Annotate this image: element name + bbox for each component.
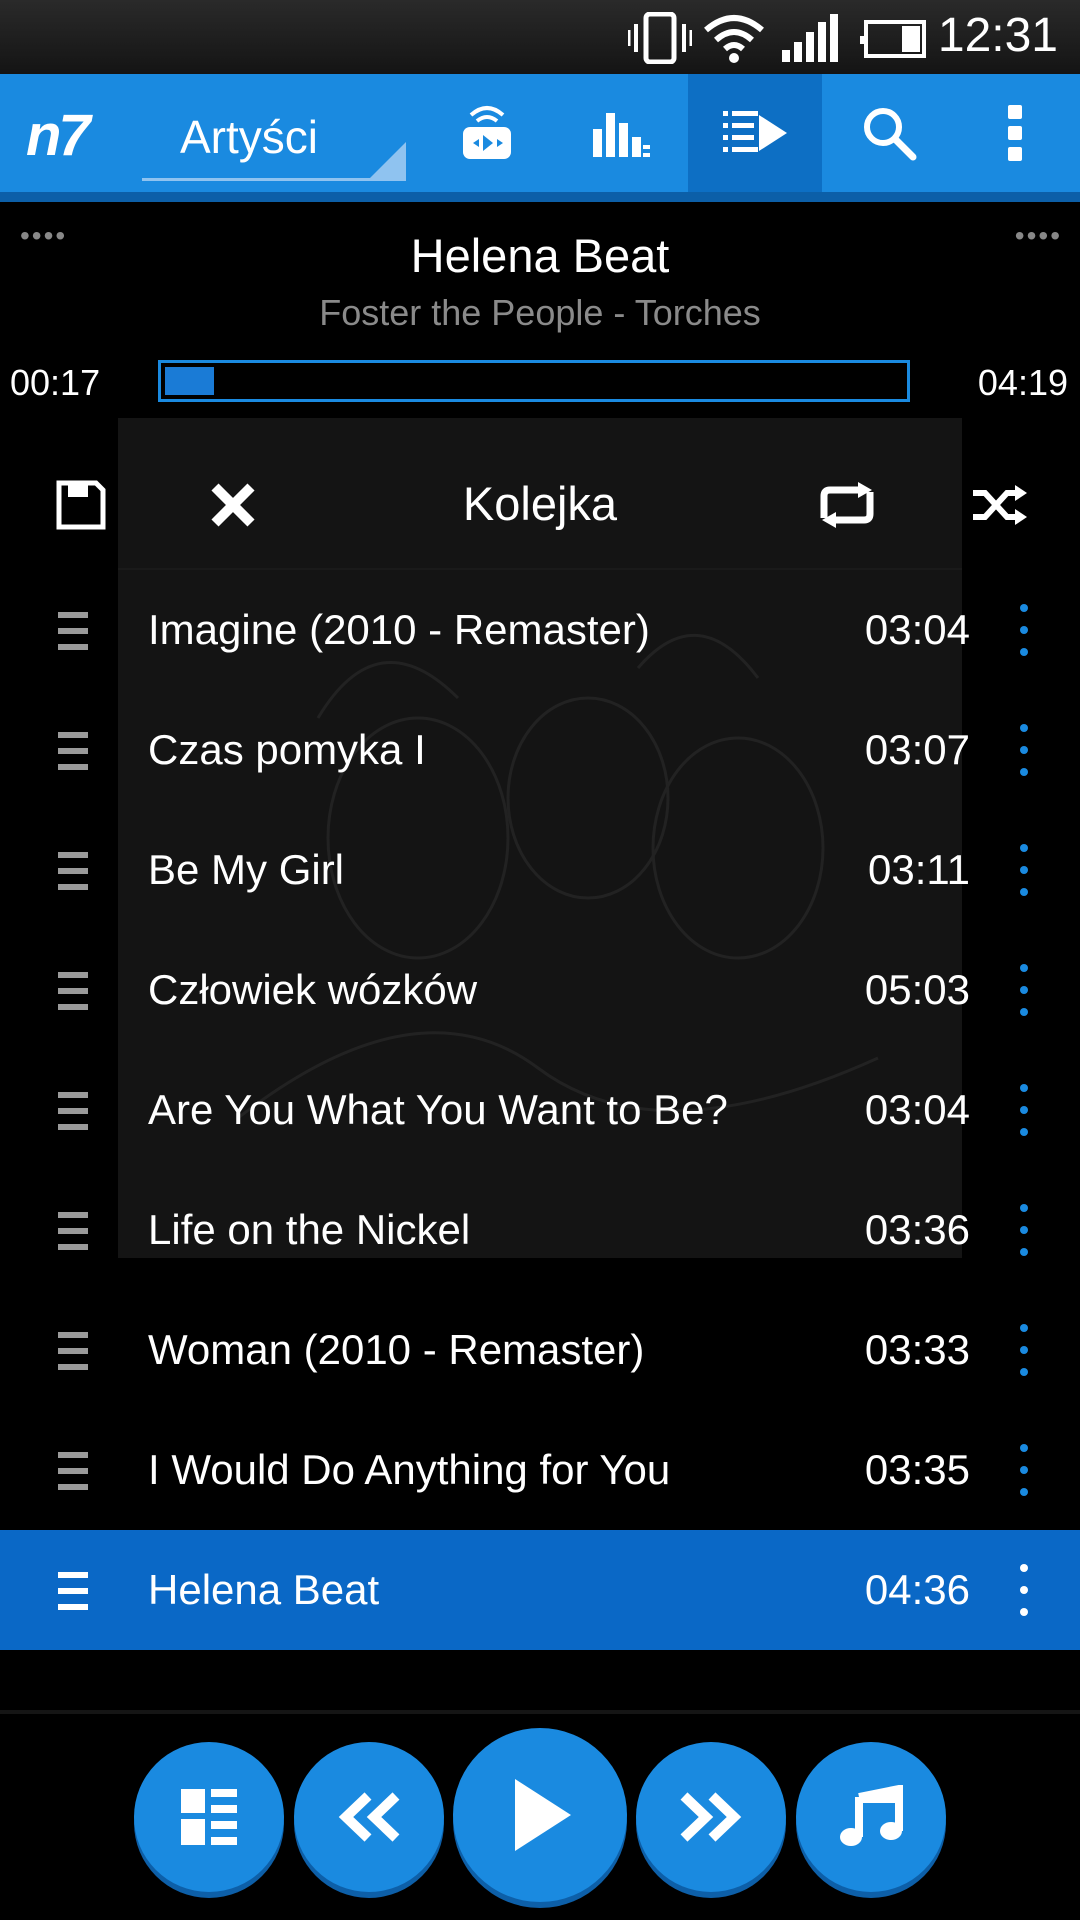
- queue-item[interactable]: Czas pomyka I 03:07: [0, 690, 1080, 810]
- toolbar-divider: [0, 192, 1080, 202]
- queue-item[interactable]: Imagine (2010 - Remaster) 03:04: [0, 570, 1080, 690]
- queue-item-title: Czas pomyka I: [148, 726, 426, 773]
- queue-item[interactable]: Life on the Nickel 03:36: [0, 1170, 1080, 1290]
- seek-bar-fill: [165, 367, 215, 395]
- controls-divider: [0, 1710, 1080, 1714]
- view-selector-underline: [142, 178, 406, 181]
- library-icon: [181, 1789, 237, 1845]
- play-icon: [515, 1779, 571, 1851]
- queue-icon: [723, 111, 787, 152]
- status-bar: 12:31: [0, 0, 1080, 74]
- now-playing-button[interactable]: [796, 1742, 946, 1892]
- queue-item-title: Człowiek wózków: [148, 966, 478, 1013]
- queue-item-title: Woman (2010 - Remaster): [148, 1326, 645, 1373]
- drag-handle-icon[interactable]: [58, 1212, 88, 1250]
- queue-item-title: Be My Girl: [148, 846, 345, 893]
- queue-item-title: Helena Beat: [148, 1566, 380, 1613]
- item-menu-icon[interactable]: [1020, 604, 1030, 658]
- drag-handle-icon[interactable]: [58, 1572, 88, 1610]
- cast-icon: [463, 106, 511, 159]
- drag-handle-icon[interactable]: [58, 1332, 88, 1370]
- play-button[interactable]: [453, 1728, 627, 1902]
- queue-item-duration: 03:36: [864, 1206, 970, 1253]
- queue-item[interactable]: Helena Beat 04:36: [0, 1530, 1080, 1650]
- total-time: 04:19: [977, 362, 1068, 403]
- queue-item-duration: 03:35: [864, 1446, 970, 1493]
- view-selector[interactable]: Artyści: [140, 74, 406, 192]
- cast-button[interactable]: [420, 74, 554, 192]
- drag-handle-icon[interactable]: [58, 972, 88, 1010]
- music-note-icon: [840, 1785, 903, 1846]
- rewind-button[interactable]: [294, 1742, 444, 1892]
- drag-handle-icon[interactable]: [58, 732, 88, 770]
- shuffle-icon: [973, 485, 1027, 525]
- queue-item[interactable]: Are You What You Want to Be? 03:04: [0, 1050, 1080, 1170]
- equalizer-icon: [593, 113, 650, 157]
- queue-item[interactable]: I Would Do Anything for You 03:35: [0, 1410, 1080, 1530]
- queue-item-duration: 05:03: [864, 966, 970, 1013]
- drag-handle-icon[interactable]: [58, 1452, 88, 1490]
- now-playing-artist-album: Foster the People - Torches: [319, 292, 761, 333]
- search-icon: [864, 108, 917, 161]
- queue-item-duration: 03:04: [864, 1086, 970, 1133]
- queue-title: Kolejka: [462, 477, 618, 530]
- fast-forward-button[interactable]: [636, 1742, 786, 1892]
- seek-bar[interactable]: [158, 360, 910, 402]
- library-button[interactable]: [134, 1742, 284, 1892]
- queue-button[interactable]: [688, 74, 822, 192]
- battery-icon: [860, 20, 926, 58]
- item-menu-icon[interactable]: [1020, 1444, 1030, 1498]
- shuffle-button[interactable]: [934, 440, 1064, 570]
- drag-handle-icon[interactable]: [58, 612, 88, 650]
- wifi-icon: [704, 15, 764, 63]
- overflow-menu-icon: [1008, 105, 1022, 161]
- status-clock: 12:31: [937, 9, 1058, 62]
- vibrate-icon: [628, 12, 692, 64]
- queue-item-title: I Would Do Anything for You: [148, 1446, 671, 1493]
- repeat-icon: [820, 482, 874, 528]
- search-button[interactable]: [822, 74, 956, 192]
- drag-handle-icon[interactable]: [58, 852, 88, 890]
- queue-item-duration: 04:36: [864, 1566, 970, 1613]
- drag-handle-icon[interactable]: [58, 1092, 88, 1130]
- queue-header: Kolejka: [0, 440, 1080, 570]
- queue-item-title: Imagine (2010 - Remaster): [148, 606, 650, 653]
- queue-item-duration: 03:07: [864, 726, 970, 773]
- dropdown-corner-icon: [368, 142, 406, 180]
- item-menu-icon[interactable]: [1020, 1324, 1030, 1378]
- queue-item-duration: 03:04: [864, 606, 970, 653]
- item-menu-icon[interactable]: [1020, 724, 1030, 778]
- queue-item-title: Are You What You Want to Be?: [148, 1086, 728, 1133]
- queue-item-duration: 03:33: [864, 1326, 970, 1373]
- item-menu-icon[interactable]: [1020, 1084, 1030, 1138]
- queue-item-duration: 03:11: [868, 846, 970, 893]
- app-logo[interactable]: n7: [26, 102, 91, 169]
- queue-item[interactable]: Człowiek wózków 05:03: [0, 930, 1080, 1050]
- queue-item[interactable]: Woman (2010 - Remaster) 03:33: [0, 1290, 1080, 1410]
- item-menu-icon[interactable]: [1020, 1564, 1030, 1618]
- rewind-icon: [338, 1792, 400, 1842]
- equalizer-button[interactable]: [554, 74, 688, 192]
- view-selector-label: Artyści: [180, 111, 318, 163]
- queue-item-title: Life on the Nickel: [148, 1206, 471, 1253]
- item-menu-icon[interactable]: [1020, 844, 1030, 898]
- overflow-menu-button[interactable]: [950, 74, 1080, 192]
- queue-item[interactable]: Be My Girl 03:11: [0, 810, 1080, 930]
- signal-icon: [782, 14, 838, 62]
- repeat-button[interactable]: [782, 440, 912, 570]
- item-menu-icon[interactable]: [1020, 964, 1030, 1018]
- item-menu-icon[interactable]: [1020, 1204, 1030, 1258]
- fast-forward-icon: [680, 1792, 742, 1842]
- now-playing-title: Helena Beat: [410, 229, 670, 282]
- elapsed-time: 00:17: [10, 362, 101, 403]
- app-toolbar: n7 Artyści: [0, 74, 1080, 192]
